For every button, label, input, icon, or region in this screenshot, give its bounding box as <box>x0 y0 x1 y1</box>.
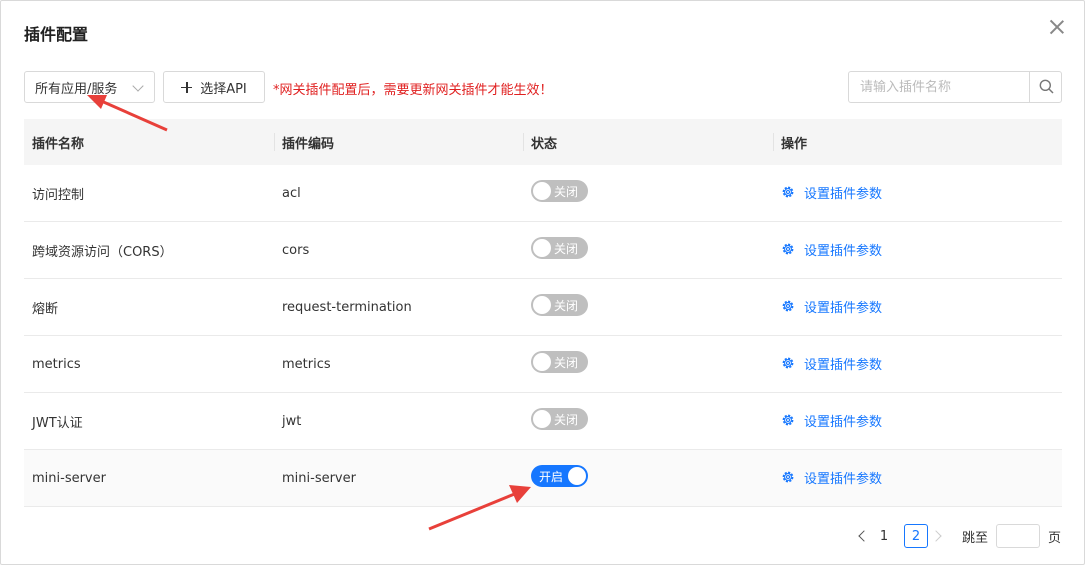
switch-knob <box>533 182 551 200</box>
action-label: 设置插件参数 <box>804 414 883 430</box>
switch-label: 关闭 <box>554 242 579 256</box>
header-plugin-code: 插件编码 <box>274 119 523 165</box>
table-row: JWT认证 jwt 关闭 设置插件参数 <box>24 393 1062 450</box>
action-label: 设置插件参数 <box>804 300 883 316</box>
plugin-code: acl <box>282 185 301 201</box>
search-button[interactable] <box>1029 72 1061 102</box>
page-2[interactable]: 2 <box>904 524 928 548</box>
plugin-name: JWT认证 <box>32 415 83 431</box>
action-label: 设置插件参数 <box>804 243 883 259</box>
header-actions: 操作 <box>773 119 1062 165</box>
action-label: 设置插件参数 <box>804 357 883 373</box>
select-api-label: 选择API <box>200 81 247 97</box>
action-label: 设置插件参数 <box>804 471 883 487</box>
jump-page-input[interactable] <box>996 524 1041 548</box>
status-switch[interactable]: 关闭 <box>531 351 588 373</box>
set-plugin-params-link[interactable]: 设置插件参数 <box>781 411 882 430</box>
header-plugin-name: 插件名称 <box>32 136 85 152</box>
plus-icon <box>181 81 193 93</box>
scope-select[interactable]: 所有应用/服务 <box>24 71 155 103</box>
scope-select-value: 所有应用/服务 <box>35 81 118 97</box>
status-switch[interactable]: 关闭 <box>531 180 588 202</box>
table-row: mini-server mini-server 开启 设置插件参数 <box>24 450 1062 507</box>
gear-icon <box>782 357 794 369</box>
table-row: 熔断 request-termination 关闭 设置插件参数 <box>24 279 1062 336</box>
plugin-table: 插件名称 插件编码 状态 操作 访问控制 acl 关闭 设置插件参数 跨域资源访… <box>24 119 1062 507</box>
search-input[interactable] <box>849 72 1029 102</box>
table-row: 访问控制 acl 关闭 设置插件参数 <box>24 165 1062 222</box>
plugin-name: 熔断 <box>32 301 59 317</box>
plugin-code: mini-server <box>282 470 356 486</box>
plugin-config-dialog: 插件配置 所有应用/服务 选择API *网关插件配置后，需要更新网关插件才能生效… <box>0 0 1085 565</box>
table-row: metrics metrics 关闭 设置插件参数 <box>24 336 1062 393</box>
pagination: 1 2 跳至 页 <box>856 524 1061 548</box>
dialog-title: 插件配置 <box>24 25 89 44</box>
search-icon <box>1039 79 1054 94</box>
page-1[interactable]: 1 <box>872 524 896 548</box>
jump-prefix: 跳至 <box>962 530 989 546</box>
switch-knob <box>533 296 551 314</box>
plugin-name: 跨域资源访问（CORS） <box>32 244 173 260</box>
set-plugin-params-link[interactable]: 设置插件参数 <box>781 354 882 373</box>
switch-label: 开启 <box>539 470 564 484</box>
switch-label: 关闭 <box>554 185 579 199</box>
header-status: 状态 <box>523 119 773 165</box>
gear-icon <box>782 243 794 255</box>
status-switch[interactable]: 关闭 <box>531 237 588 259</box>
gear-icon <box>782 300 794 312</box>
warning-text: *网关插件配置后，需要更新网关插件才能生效！ <box>273 83 553 98</box>
chevron-left-icon[interactable] <box>856 524 868 548</box>
switch-label: 关闭 <box>554 413 579 427</box>
chevron-right-icon[interactable] <box>932 524 944 548</box>
switch-label: 关闭 <box>554 356 579 370</box>
plugin-code: cors <box>282 242 310 258</box>
table-header: 插件名称 插件编码 状态 操作 <box>24 119 1062 165</box>
status-switch[interactable]: 关闭 <box>531 408 588 430</box>
gear-icon <box>782 471 794 483</box>
set-plugin-params-link[interactable]: 设置插件参数 <box>781 183 882 202</box>
plugin-name: metrics <box>32 356 81 372</box>
plugin-search <box>848 71 1062 103</box>
table-row: 跨域资源访问（CORS） cors 关闭 设置插件参数 <box>24 222 1062 279</box>
switch-knob <box>533 353 551 371</box>
plugin-code: request-termination <box>282 299 412 315</box>
switch-knob <box>533 410 551 428</box>
switch-knob <box>568 467 586 485</box>
select-api-button[interactable]: 选择API <box>163 71 265 103</box>
set-plugin-params-link[interactable]: 设置插件参数 <box>781 297 882 316</box>
set-plugin-params-link[interactable]: 设置插件参数 <box>781 240 882 259</box>
status-switch[interactable]: 关闭 <box>531 294 588 316</box>
gear-icon <box>782 414 794 426</box>
plugin-name: 访问控制 <box>32 187 85 203</box>
action-label: 设置插件参数 <box>804 186 883 202</box>
status-switch[interactable]: 开启 <box>531 465 588 487</box>
plugin-code: jwt <box>282 413 302 429</box>
chevron-down-icon <box>132 80 144 92</box>
jump-suffix: 页 <box>1048 530 1062 546</box>
switch-knob <box>533 239 551 257</box>
switch-label: 关闭 <box>554 299 579 313</box>
set-plugin-params-link[interactable]: 设置插件参数 <box>781 468 882 487</box>
gear-icon <box>782 186 794 198</box>
plugin-name: mini-server <box>32 470 106 486</box>
plugin-code: metrics <box>282 356 331 372</box>
close-icon[interactable] <box>1047 17 1067 37</box>
